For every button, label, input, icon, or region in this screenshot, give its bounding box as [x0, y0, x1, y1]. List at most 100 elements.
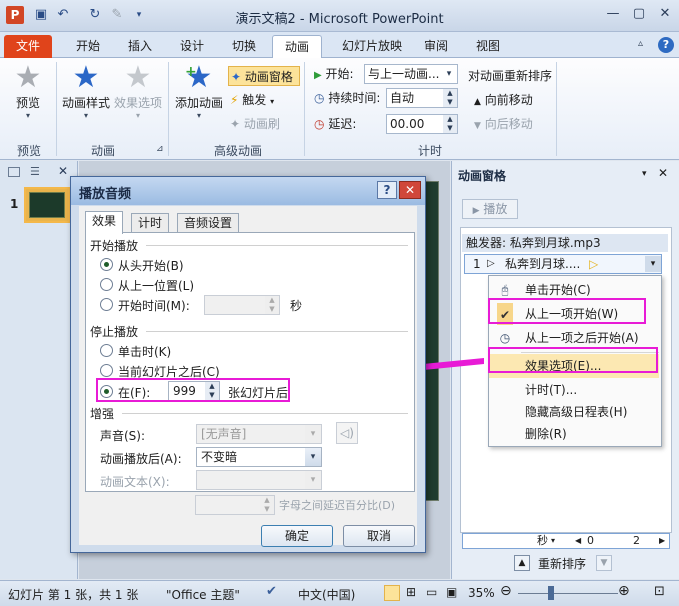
group-label-advanced: 高级动画	[213, 144, 262, 158]
play-button[interactable]: ▶ 播放	[462, 199, 518, 219]
delay-label: ◷ 延迟:	[314, 117, 357, 131]
dialog-title: 播放音频	[79, 187, 132, 202]
tab-home[interactable]: 开始	[64, 35, 112, 58]
zoom-level[interactable]: 35%	[468, 586, 495, 600]
radio-from-last-position[interactable]	[100, 278, 113, 291]
after-animation-select[interactable]: 不变暗 ▾	[196, 447, 322, 467]
close-panel-icon[interactable]: ✕	[58, 164, 68, 178]
move-later-button[interactable]: ▼ 向后移动	[474, 114, 533, 134]
item-label: 私奔到月球....	[505, 257, 581, 271]
pane-options-icon[interactable]: ▾	[642, 169, 647, 179]
slides-tab-icon[interactable]	[8, 167, 20, 177]
dialog-title-bar: 播放音频 ? ✕	[71, 177, 425, 205]
reorder-label: 重新排序	[538, 557, 587, 571]
menu-hide-timeline[interactable]: 隐藏高级日程表(H)	[489, 400, 659, 424]
effect-options-button[interactable]: ★ 效果选项 ▾	[112, 62, 164, 121]
spinner-icon[interactable]: ▲ ▼	[443, 115, 457, 133]
close-pane-icon[interactable]: ✕	[658, 166, 668, 180]
close-icon[interactable]: ✕	[652, 4, 678, 24]
zoom-slider[interactable]	[518, 593, 618, 594]
reorder-down-icon[interactable]: ▼	[596, 555, 612, 571]
radio-after-current-slide[interactable]	[100, 364, 113, 377]
ok-button[interactable]: 确定	[261, 525, 333, 547]
tab-transitions[interactable]: 切换	[220, 35, 268, 58]
tab-file[interactable]: 文件	[4, 35, 53, 58]
slide-sorter-icon[interactable]: ⊞	[406, 585, 416, 599]
menu-timing[interactable]: 计时(T)...	[489, 378, 659, 402]
animation-item[interactable]: 1 ▷ 私奔到月球.... ▷ ▾	[464, 254, 662, 274]
tab-slideshow[interactable]: 幻灯片放映	[330, 35, 414, 58]
delay-field[interactable]: 00.00 ▲ ▼	[386, 114, 458, 134]
dialog-close-icon[interactable]: ✕	[399, 181, 421, 199]
tab-view[interactable]: 视图	[464, 35, 512, 58]
help-icon[interactable]: ?	[658, 37, 674, 53]
dialog-launcher-icon[interactable]: ⊿	[156, 144, 164, 154]
outline-tab-icon[interactable]: ☰	[30, 165, 40, 178]
slide-number: 1	[10, 197, 19, 211]
timeline-unit[interactable]: 秒	[537, 534, 548, 548]
add-animation-button[interactable]: ★ + 添加动画 ▾	[172, 62, 226, 121]
zoom-slider-thumb[interactable]	[548, 586, 554, 600]
tab-audio-settings[interactable]: 音频设置	[177, 213, 240, 233]
reading-view-icon[interactable]: ▭	[426, 585, 437, 599]
delay-value: 00.00	[390, 117, 425, 131]
slide-thumbnail[interactable]	[24, 187, 70, 223]
after-animation-label: 动画播放后(A):	[100, 452, 182, 466]
radio-on-click[interactable]	[100, 344, 113, 357]
menu-remove[interactable]: 删除(R)	[489, 422, 659, 446]
dropdown-arrow-icon: ▾	[196, 111, 201, 120]
speaker-icon[interactable]: ◁)	[336, 422, 358, 444]
tab-review[interactable]: 审阅	[412, 35, 460, 58]
minimize-icon[interactable]: —	[600, 4, 626, 24]
trigger-button[interactable]: ⚡ 触发 ▾	[230, 90, 274, 110]
trigger-header: 触发器: 私奔到月球.mp3	[462, 234, 668, 252]
animation-styles-button[interactable]: ★ 动画样式 ▾	[58, 62, 114, 121]
tab-animations[interactable]: 动画	[272, 35, 323, 58]
start-time-unit: 秒	[290, 299, 303, 313]
start-time-field[interactable]: ▲ ▼	[204, 295, 280, 315]
preview-button[interactable]: ★ 预览 ▾	[6, 62, 50, 121]
animation-pane-title: 动画窗格	[458, 169, 507, 183]
duration-field[interactable]: 自动 ▲ ▼	[386, 88, 458, 108]
dialog-help-icon[interactable]: ?	[377, 181, 397, 199]
radio-from-beginning[interactable]	[100, 258, 113, 271]
zoom-out-icon[interactable]: ⊖	[500, 583, 512, 599]
tab-insert[interactable]: 插入	[116, 35, 164, 58]
effect-panel: 开始播放 从头开始(B) 从上一位置(L) 开始时间(M): ▲ ▼ 秒 停止播放…	[85, 232, 415, 492]
normal-view-icon[interactable]	[384, 585, 400, 601]
reorder-up-icon[interactable]: ▲	[514, 555, 530, 571]
animate-text-select[interactable]: ▾	[196, 470, 322, 490]
maximize-icon[interactable]: ▢	[626, 4, 652, 24]
language[interactable]: 中文(中国)	[298, 586, 355, 603]
tab-design[interactable]: 设计	[168, 35, 216, 58]
scroll-right-icon[interactable]: ▶	[659, 534, 665, 548]
spinner-icon: ▲ ▼	[265, 296, 279, 314]
cancel-button[interactable]: 取消	[343, 525, 415, 547]
tab-timing[interactable]: 计时	[131, 213, 170, 233]
spinner-icon[interactable]: ▲ ▼	[443, 89, 457, 107]
zoom-in-icon[interactable]: ⊕	[618, 583, 630, 599]
scroll-left-icon[interactable]: ◀	[575, 534, 581, 548]
start-label: ▶ 开始:	[314, 67, 354, 81]
letter-delay-field[interactable]: ▲ ▼	[195, 495, 275, 515]
item-dropdown-icon[interactable]: ▾	[645, 256, 661, 272]
timeline-marker-icon: ▷	[589, 257, 599, 271]
clock-icon: ◷	[314, 91, 325, 105]
fit-slide-icon[interactable]: ⊡	[654, 584, 665, 599]
animation-painter-button[interactable]: ✦ 动画刷	[230, 114, 280, 134]
start-time-label: 开始时间(M):	[118, 299, 190, 313]
tab-effect[interactable]: 效果	[85, 211, 124, 234]
animation-pane-button[interactable]: ✦ 动画窗格	[228, 66, 300, 86]
slide-info: 幻灯片 第 1 张，共 1 张	[8, 588, 139, 602]
spellcheck-icon[interactable]: ✔	[266, 584, 277, 599]
move-earlier-button[interactable]: ▲ 向前移动	[474, 90, 533, 110]
trigger-label: 触发	[242, 93, 267, 107]
timeline-end: 2	[633, 534, 640, 547]
letter-delay-label: 字母之间延迟百分比(D)	[279, 499, 396, 512]
start-combo[interactable]: 与上一动画... ▾	[364, 64, 458, 84]
radio-start-time[interactable]	[100, 298, 113, 311]
sound-select[interactable]: [无声音] ▾	[196, 424, 322, 444]
slideshow-icon[interactable]: ▣	[446, 585, 457, 599]
minimize-ribbon-icon[interactable]: ▵	[638, 38, 643, 49]
play-audio-dialog: 播放音频 ? ✕ 效果 计时 音频设置 开始播放 从头开始(B) 从上一位置(L…	[70, 176, 426, 553]
